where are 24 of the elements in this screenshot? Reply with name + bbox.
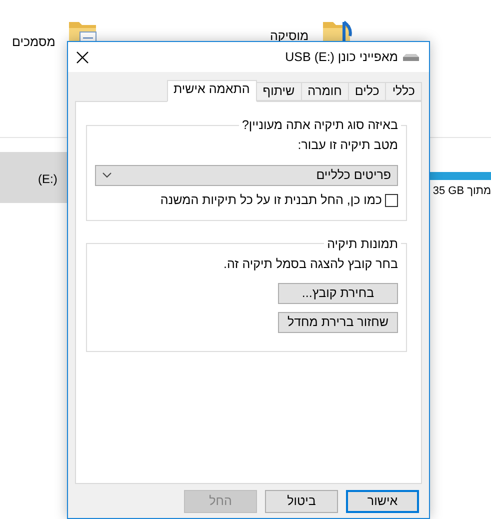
drive-label: (E:) (38, 171, 58, 188)
action-button[interactable]: שחזור ברירת מחדל (278, 312, 398, 334)
label-text: בחר קובץ להצגה בסמל תיקיה זה. (222, 256, 398, 272)
folder-label[interactable]: מסמכים (12, 33, 56, 52)
tab[interactable]: כללי (385, 82, 422, 101)
action-button[interactable]: בחירת קובץ... (278, 283, 398, 304)
close-icon[interactable] (76, 50, 89, 64)
dialog-button[interactable]: אישור (346, 490, 419, 513)
checkbox-label[interactable]: כמו כן, החל תבנית זו על כל תיקיות המשנה (160, 190, 382, 210)
window-title: מאפייני כונן USB (E:) (285, 48, 398, 66)
tab[interactable]: התאמה אישית (166, 80, 257, 102)
drive-tile[interactable] (0, 152, 67, 203)
drive-icon (401, 51, 421, 63)
dropdown[interactable]: פריטים כלליים (95, 164, 398, 186)
group-legend: באיזה סוג תיקיה אתה מעוניין? (238, 118, 401, 132)
group-legend: תמונות תיקיה (324, 236, 401, 250)
tab[interactable]: כלים (348, 82, 386, 101)
tab[interactable]: חומרה (300, 82, 349, 101)
dialog-button[interactable]: ביטול (265, 490, 338, 513)
checkbox[interactable] (385, 194, 398, 207)
chevron-down-icon (102, 172, 112, 178)
label-text: מטב תיקיה זו עבור: (296, 137, 398, 154)
drive-size-text: 35 GB מתוך (432, 184, 491, 199)
tab[interactable]: שיתוף (256, 82, 302, 101)
